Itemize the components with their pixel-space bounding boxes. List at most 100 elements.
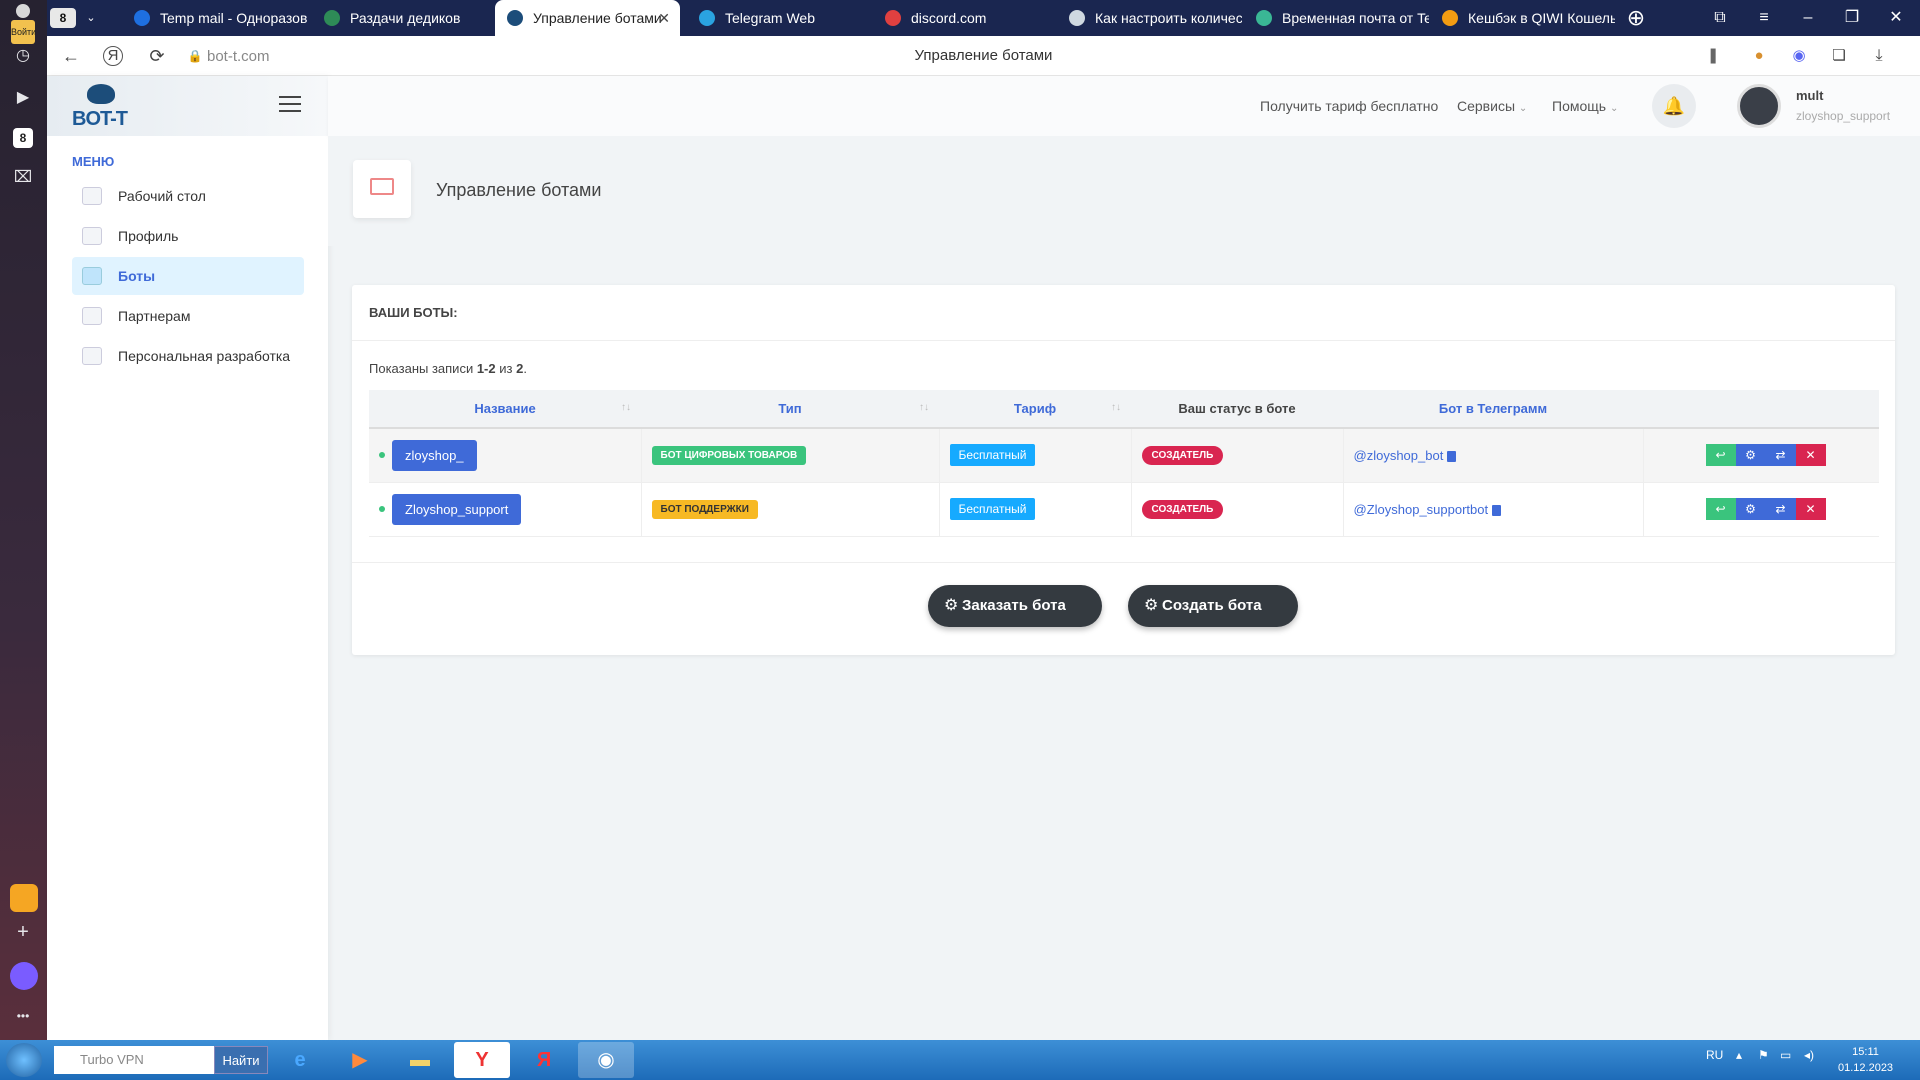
reload-icon[interactable]: ⟳ bbox=[145, 44, 169, 68]
free-tariff-link[interactable]: Получить тариф бесплатно bbox=[1260, 98, 1438, 114]
copy-icon[interactable] bbox=[1492, 504, 1502, 516]
discord-icon[interactable]: ◉ bbox=[1787, 44, 1811, 68]
cell-name: zloyshop_ bbox=[369, 428, 642, 483]
tray-arrow-icon[interactable]: ▴ bbox=[1736, 1048, 1742, 1062]
col-type[interactable]: Тип ↑↓ bbox=[641, 390, 939, 429]
help-menu[interactable]: Помощь ⌄ bbox=[1552, 98, 1618, 114]
play-icon[interactable]: ▶ bbox=[11, 86, 35, 110]
delete-icon[interactable]: ✕ bbox=[1795, 498, 1826, 520]
col-name[interactable]: Название ↑↓ bbox=[369, 390, 641, 429]
col-status: Ваш статус в боте bbox=[1131, 390, 1343, 429]
back-icon[interactable]: ← bbox=[59, 44, 83, 68]
repeat-icon[interactable]: ⇄ bbox=[1765, 498, 1796, 520]
chevron-down-icon: ⌄ bbox=[1609, 103, 1619, 114]
sidebar-item-desktop[interactable]: Рабочий стол bbox=[72, 177, 304, 215]
ie-icon[interactable]: e bbox=[272, 1042, 328, 1078]
tab-label: Управление ботами bbox=[533, 10, 662, 26]
url-field[interactable]: bot-t.com bbox=[207, 48, 270, 65]
repeat-icon[interactable]: ⇄ bbox=[1765, 444, 1796, 467]
telegram-link[interactable]: @Zloyshop_supportbot bbox=[1354, 502, 1489, 517]
tab-temp-mail-2[interactable]: Временная почта от Te bbox=[1244, 0, 1429, 36]
col-tariff[interactable]: Тариф ↑↓ bbox=[939, 390, 1131, 429]
new-tab-icon[interactable]: ⊕ bbox=[1616, 0, 1656, 36]
reply-icon[interactable]: ↩ bbox=[1705, 444, 1736, 467]
tab-bot-management[interactable]: Управление ботами ✕ bbox=[495, 0, 680, 36]
telegram-link[interactable]: @zloyshop_bot bbox=[1354, 448, 1444, 463]
tab-favicon-icon bbox=[699, 10, 715, 26]
tabs-list-icon[interactable]: ⧉ bbox=[1700, 0, 1740, 36]
logo-icon bbox=[87, 84, 115, 104]
yandex-icon[interactable]: Я bbox=[103, 46, 123, 66]
mail-icon[interactable] bbox=[10, 884, 38, 912]
tab-temp-mail[interactable]: Temp mail - Одноразов bbox=[122, 0, 307, 36]
add-icon[interactable]: + bbox=[11, 920, 35, 944]
summary-prefix: Показаны записи bbox=[369, 361, 477, 376]
page-heading: Управление ботами bbox=[436, 180, 602, 200]
sidebar-item-bots[interactable]: Боты bbox=[72, 257, 304, 295]
cell-telegram: @Zloyshop_supportbot bbox=[1343, 482, 1644, 537]
gear-icon[interactable]: ⚙ bbox=[1735, 498, 1766, 520]
tab-label: Telegram Web bbox=[725, 10, 816, 26]
services-label: Сервисы bbox=[1457, 98, 1516, 114]
reply-icon[interactable]: ↩ bbox=[1705, 498, 1736, 520]
volume-icon[interactable]: ◂) bbox=[1804, 1048, 1814, 1062]
menu-icon[interactable]: ≡ bbox=[1744, 0, 1784, 36]
col-actions bbox=[1643, 390, 1879, 429]
lang-indicator[interactable]: RU bbox=[1706, 1048, 1723, 1062]
discord-taskbar-icon[interactable]: ◉ bbox=[578, 1042, 634, 1078]
counter-icon[interactable]: 8 bbox=[13, 128, 33, 148]
alice-icon[interactable] bbox=[10, 962, 38, 990]
folder-icon[interactable]: ▬ bbox=[392, 1042, 448, 1078]
sidebar-item-label: Партнерам bbox=[118, 308, 191, 324]
gear-icon[interactable]: ⚙ bbox=[1735, 444, 1766, 467]
restore-icon[interactable]: ❐ bbox=[1832, 0, 1872, 36]
tab-dediki[interactable]: Раздачи дедиков bbox=[312, 0, 497, 36]
clock[interactable]: 15:11 01.12.2023 bbox=[1838, 1044, 1893, 1076]
bot-name-button[interactable]: Zloyshop_support bbox=[392, 493, 522, 525]
network-icon[interactable]: ▭ bbox=[1780, 1048, 1791, 1062]
delete-icon[interactable]: ✕ bbox=[1795, 444, 1826, 467]
bell-icon[interactable]: 🔔 bbox=[1652, 84, 1696, 128]
tab-favicon-icon bbox=[507, 10, 523, 26]
services-menu[interactable]: Сервисы ⌄ bbox=[1457, 98, 1527, 114]
tab-qiwi[interactable]: Кешбэк в QIWI Кошель bbox=[1430, 0, 1615, 36]
tabs-counter[interactable]: 8 bbox=[50, 8, 76, 28]
download-icon[interactable]: ⤓ bbox=[1867, 44, 1891, 68]
type-badge: БОТ ПОДДЕРЖКИ bbox=[651, 499, 758, 519]
more-icon[interactable]: ••• bbox=[11, 1004, 35, 1028]
tab-howto[interactable]: Как настроить количес bbox=[1057, 0, 1242, 36]
taskbar-search-input[interactable]: Turbo VPN bbox=[54, 1046, 214, 1074]
summary-suffix: . bbox=[523, 361, 527, 376]
create-bot-button[interactable]: ⚙ Создать бота bbox=[1128, 585, 1298, 627]
tab-telegram[interactable]: Telegram Web bbox=[687, 0, 872, 36]
online-dot bbox=[379, 452, 385, 459]
sidebar-item-personal-dev[interactable]: Персональная разработка bbox=[72, 337, 304, 375]
screenshot-icon[interactable]: ⌧ bbox=[11, 166, 35, 190]
flag-icon[interactable]: ⚑ bbox=[1758, 1048, 1769, 1062]
copy-icon[interactable] bbox=[1447, 450, 1457, 462]
sidebar-item-profile[interactable]: Профиль bbox=[72, 217, 304, 255]
gear-icon: ⚙ bbox=[944, 597, 959, 614]
bookmark-icon[interactable]: ❚ bbox=[1701, 44, 1725, 68]
avatar[interactable] bbox=[1737, 84, 1781, 128]
media-icon[interactable]: ▶ bbox=[332, 1042, 388, 1078]
chevron-down-icon[interactable]: ⌄ bbox=[76, 0, 106, 36]
yandex-browser-icon[interactable]: Y bbox=[454, 1042, 510, 1078]
tab-favicon-icon bbox=[885, 10, 901, 26]
tab-discord[interactable]: discord.com bbox=[873, 0, 1058, 36]
minimize-icon[interactable]: – bbox=[1788, 0, 1828, 36]
sidebar-item-partners[interactable]: Партнерам bbox=[72, 297, 304, 335]
start-icon[interactable] bbox=[6, 1043, 42, 1077]
login-button[interactable]: Войти bbox=[11, 4, 36, 44]
close-window-icon[interactable]: ✕ bbox=[1876, 0, 1916, 36]
taskbar-search-button[interactable]: Найти bbox=[214, 1046, 268, 1074]
hamburger-icon[interactable] bbox=[279, 96, 301, 112]
close-icon[interactable]: ✕ bbox=[658, 0, 670, 36]
order-bot-button[interactable]: ⚙ Заказать бота bbox=[928, 585, 1102, 627]
tab-label: Temp mail - Одноразов bbox=[160, 10, 307, 26]
history-icon[interactable]: ◷ bbox=[11, 44, 35, 68]
bot-name-button[interactable]: zloyshop_ bbox=[392, 439, 477, 471]
yandex-icon[interactable]: Я bbox=[516, 1042, 572, 1078]
cookie-icon[interactable]: ● bbox=[1747, 44, 1771, 68]
collections-icon[interactable]: ❏ bbox=[1827, 44, 1851, 68]
